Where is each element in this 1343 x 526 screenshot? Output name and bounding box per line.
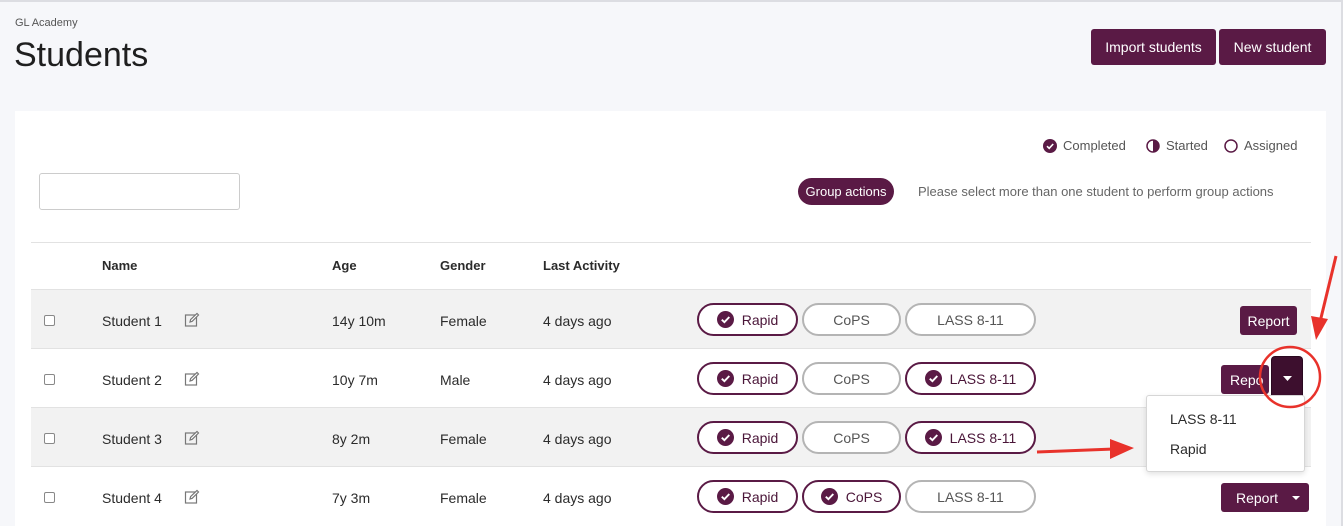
completed-icon: [716, 370, 734, 387]
legend-started-label: Started: [1166, 138, 1208, 153]
row-checkbox[interactable]: [44, 315, 55, 326]
student-gender: Female: [440, 490, 487, 506]
test-pill-label: Rapid: [741, 488, 779, 505]
started-icon: [1146, 138, 1160, 153]
report-button[interactable]: Repo: [1221, 365, 1269, 394]
student-age: 7y 3m: [332, 490, 371, 506]
legend-assigned-label: Assigned: [1244, 138, 1298, 153]
completed-icon: [716, 488, 734, 505]
legend-completed-label: Completed: [1063, 138, 1126, 153]
legend-assigned: Assigned: [1224, 138, 1297, 153]
test-pill-label: Rapid: [741, 311, 779, 328]
report-dropdown-toggle[interactable]: [1272, 357, 1302, 400]
table-row: Student 3 8y 2m Female 4 days ago Rapid …: [31, 408, 1311, 467]
completed-icon: [716, 311, 734, 328]
test-pill-rapid[interactable]: Rapid: [697, 362, 798, 395]
student-age: 8y 2m: [332, 431, 371, 447]
student-name: Student 1: [102, 313, 162, 329]
table-row: Student 2 10y 7m Male 4 days ago Rapid C…: [31, 349, 1311, 408]
completed-icon: [924, 429, 942, 446]
student-age: 14y 10m: [332, 313, 386, 329]
legend-started: Started: [1146, 138, 1208, 153]
import-students-button[interactable]: Import students: [1091, 29, 1216, 65]
test-pill-label: CoPS: [845, 488, 883, 505]
table-row: Student 1 14y 10m Female 4 days ago Rapi…: [31, 290, 1311, 349]
edit-icon[interactable]: [184, 371, 200, 387]
student-age: 10y 7m: [332, 372, 378, 388]
dropdown-item-lass[interactable]: LASS 8-11: [1170, 411, 1237, 427]
test-pill-label: CoPS: [833, 370, 870, 387]
student-name: Student 4: [102, 490, 162, 506]
report-dropdown-menu: LASS 8-11 Rapid: [1146, 395, 1305, 472]
test-pill-label: Rapid: [741, 429, 779, 446]
test-pill-cops[interactable]: CoPS: [802, 362, 901, 395]
test-pill-lass[interactable]: LASS 8-11: [905, 480, 1036, 513]
new-student-button[interactable]: New student: [1219, 29, 1326, 65]
test-pill-label: LASS 8-11: [937, 488, 1004, 505]
org-name: GL Academy: [15, 17, 78, 29]
completed-icon: [820, 488, 838, 505]
test-pill-rapid[interactable]: Rapid: [697, 421, 798, 454]
group-actions-button[interactable]: Group actions: [798, 178, 894, 205]
search-input[interactable]: [39, 173, 240, 210]
completed-icon: [716, 429, 734, 446]
col-header-gender[interactable]: Gender: [440, 258, 486, 273]
test-pill-label: LASS 8-11: [949, 370, 1017, 387]
edit-icon[interactable]: [184, 489, 200, 505]
row-checkbox[interactable]: [44, 433, 55, 444]
group-actions-note: Please select more than one student to p…: [918, 184, 1274, 199]
student-name: Student 3: [102, 431, 162, 447]
student-last-activity: 4 days ago: [543, 372, 612, 388]
student-last-activity: 4 days ago: [543, 313, 612, 329]
col-header-name[interactable]: Name: [102, 258, 137, 273]
col-header-age[interactable]: Age: [332, 258, 357, 273]
report-button-label: Report: [1236, 489, 1279, 506]
edit-icon[interactable]: [184, 312, 200, 328]
test-pill-cops[interactable]: CoPS: [802, 480, 901, 513]
top-border: [0, 0, 1343, 2]
completed-icon: [924, 370, 942, 387]
student-last-activity: 4 days ago: [543, 490, 612, 506]
completed-icon: [1043, 138, 1057, 153]
student-gender: Female: [440, 313, 487, 329]
test-pill-label: CoPS: [833, 429, 870, 446]
col-header-last-activity[interactable]: Last Activity: [543, 258, 620, 273]
test-pill-label: Rapid: [741, 370, 779, 387]
test-pill-label: LASS 8-11: [949, 429, 1017, 446]
test-pill-lass[interactable]: LASS 8-11: [905, 303, 1036, 336]
test-pill-label: LASS 8-11: [937, 311, 1004, 328]
student-gender: Male: [440, 372, 471, 388]
row-checkbox[interactable]: [44, 374, 55, 385]
test-pill-lass[interactable]: LASS 8-11: [905, 362, 1036, 395]
caret-down-icon: [1282, 376, 1292, 381]
student-gender: Female: [440, 431, 487, 447]
table-top-divider: [31, 242, 1311, 243]
test-pill-rapid[interactable]: Rapid: [697, 480, 798, 513]
report-split-button[interactable]: Report: [1221, 483, 1309, 512]
student-last-activity: 4 days ago: [543, 431, 612, 447]
test-pill-cops[interactable]: CoPS: [802, 421, 901, 454]
caret-down-icon: [1292, 495, 1301, 500]
table-row: Student 4 7y 3m Female 4 days ago Rapid …: [31, 467, 1311, 526]
test-pill-rapid[interactable]: Rapid: [697, 303, 798, 336]
assigned-icon: [1224, 138, 1238, 153]
report-button[interactable]: Report: [1240, 306, 1297, 335]
student-name: Student 2: [102, 372, 162, 388]
test-pill-lass[interactable]: LASS 8-11: [905, 421, 1036, 454]
dropdown-item-rapid[interactable]: Rapid: [1170, 441, 1207, 457]
row-checkbox[interactable]: [44, 492, 55, 503]
page-title: Students: [14, 36, 149, 74]
test-pill-label: CoPS: [833, 311, 870, 328]
legend-completed: Completed: [1043, 138, 1126, 153]
edit-icon[interactable]: [184, 430, 200, 446]
test-pill-cops[interactable]: CoPS: [802, 303, 901, 336]
